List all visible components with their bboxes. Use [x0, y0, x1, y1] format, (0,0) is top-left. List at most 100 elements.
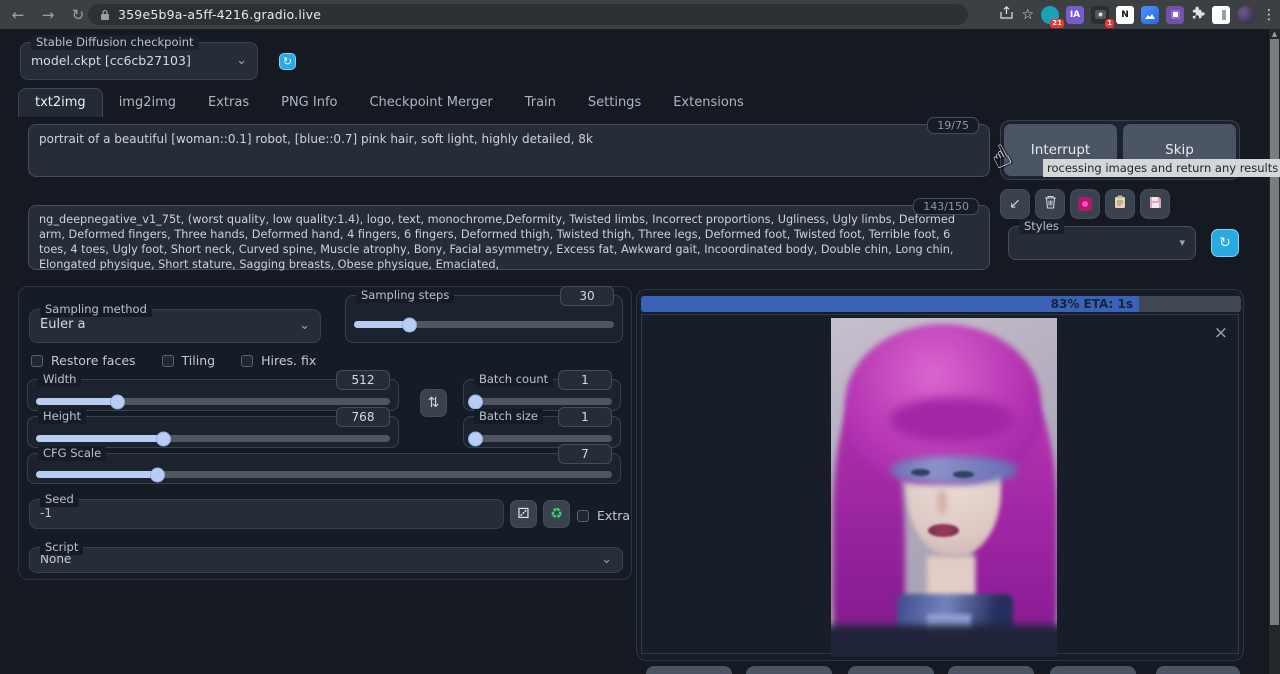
camera-extension-icon[interactable]: 1 — [1091, 6, 1109, 24]
height-label: Height — [38, 409, 86, 424]
progress-label: 83% ETA: 1s — [1051, 297, 1139, 311]
checkbox-icon[interactable] — [577, 510, 589, 522]
generated-image[interactable] — [831, 318, 1057, 657]
office-extension-icon[interactable] — [1166, 6, 1184, 24]
extensions-puzzle-icon[interactable] — [1191, 6, 1205, 24]
forward-icon[interactable]: → — [36, 3, 60, 27]
slider-knob[interactable] — [150, 467, 165, 482]
sampling-steps-label: Sampling steps — [356, 288, 454, 303]
notion-extension-icon[interactable]: N — [1116, 6, 1134, 24]
hires-fix-checkbox[interactable]: Hires. fix — [241, 353, 316, 368]
bookmark-star-icon[interactable]: ☆ — [1021, 7, 1034, 23]
pin-extension-icon[interactable]: 21 — [1041, 6, 1059, 24]
paste-params-button[interactable]: ↙ — [1000, 189, 1030, 219]
extra-networks-button[interactable] — [1070, 189, 1100, 219]
seed-extra-label: Extra — [597, 508, 630, 523]
slider-knob[interactable] — [468, 394, 483, 409]
styles-dropdown[interactable]: Styles ▾ — [1008, 226, 1196, 260]
sidebar-panel-icon[interactable] — [1212, 6, 1230, 24]
gallery-action-button[interactable] — [948, 666, 1034, 674]
recycle-icon: ♻ — [550, 506, 563, 522]
gallery-action-button[interactable] — [746, 666, 832, 674]
scrollbar-thumb[interactable] — [1270, 39, 1279, 625]
batch-count-slider[interactable] — [472, 398, 612, 405]
sampling-steps-input[interactable]: 30 — [560, 286, 614, 306]
batch-count-input[interactable]: 1 — [558, 370, 612, 390]
height-input[interactable]: 768 — [336, 407, 390, 427]
prompt-textarea[interactable]: 19/75 portrait of a beautiful [woman::0.… — [28, 124, 990, 177]
tab-img2img[interactable]: img2img — [103, 89, 192, 117]
chevron-down-icon: ⌄ — [236, 53, 247, 68]
slider-knob[interactable] — [402, 317, 417, 332]
gallery-action-button[interactable] — [646, 666, 732, 674]
checkpoint-dropdown[interactable]: Stable Diffusion checkpoint model.ckpt [… — [20, 42, 258, 80]
trash-icon — [1044, 195, 1057, 213]
checkbox-icon[interactable] — [241, 355, 253, 367]
checkpoint-refresh-button[interactable]: ↻ — [279, 53, 296, 70]
portrait-eye — [953, 471, 974, 478]
restore-faces-checkbox[interactable]: Restore faces — [31, 353, 136, 368]
tab-txt2img[interactable]: txt2img — [18, 88, 103, 117]
seed-extra-checkbox[interactable]: Extra — [577, 508, 630, 523]
interrupt-tooltip: rocessing images and return any results … — [1043, 159, 1280, 177]
scrollbar-up-icon[interactable]: ▲ — [1269, 29, 1280, 39]
reuse-seed-button[interactable]: ♻ — [543, 500, 570, 528]
tab-extras[interactable]: Extras — [192, 89, 265, 117]
tiling-checkbox[interactable]: Tiling — [162, 353, 216, 368]
height-slider[interactable] — [36, 435, 390, 442]
tab-extensions[interactable]: Extensions — [657, 89, 760, 117]
dropdown-arrow-icon: ▾ — [1179, 236, 1185, 249]
batch-size-input[interactable]: 1 — [558, 407, 612, 427]
browser-menu-icon[interactable]: ⋮ — [1262, 7, 1276, 23]
batch-size-slider[interactable] — [472, 435, 612, 442]
pin-badge: 21 — [1050, 19, 1064, 28]
clear-prompt-button[interactable] — [1035, 189, 1065, 219]
sampling-method-dropdown[interactable]: Sampling method Euler a ⌄ — [29, 309, 321, 343]
cfg-scale-block: CFG Scale 7 — [27, 453, 621, 484]
ia-extension-icon[interactable]: IA — [1066, 6, 1084, 24]
seed-input[interactable]: Seed -1 — [29, 499, 504, 529]
tab-png-info[interactable]: PNG Info — [265, 89, 353, 117]
cfg-scale-slider[interactable] — [36, 471, 612, 478]
back-icon[interactable]: ← — [6, 3, 30, 27]
refresh-icon: ↻ — [1219, 235, 1231, 251]
tab-settings[interactable]: Settings — [572, 89, 657, 117]
tab-checkpoint-merger[interactable]: Checkpoint Merger — [353, 89, 508, 117]
camera-badge: 1 — [1105, 19, 1114, 28]
tab-train[interactable]: Train — [509, 89, 572, 117]
slider-knob[interactable] — [468, 431, 483, 446]
cfg-scale-input[interactable]: 7 — [558, 444, 612, 464]
gallery-action-button[interactable] — [848, 666, 934, 674]
share-icon[interactable] — [999, 5, 1014, 24]
sampling-steps-block: Sampling steps 30 — [345, 295, 623, 343]
gallery-action-button[interactable] — [1050, 666, 1136, 674]
swap-dimensions-button[interactable]: ⇅ — [420, 389, 447, 417]
paste-params-icon: ↙ — [1009, 196, 1021, 212]
close-icon[interactable]: × — [1214, 323, 1228, 343]
output-gallery-panel: 83% ETA: 1s × — [636, 289, 1244, 661]
width-input[interactable]: 512 — [336, 370, 390, 390]
browser-toolbar: ← → ↻ 359e5b9a-a5ff-4216.gradio.live ☆ 2… — [0, 0, 1280, 29]
scrollbar-track[interactable]: ▲ — [1269, 29, 1280, 674]
reload-icon[interactable]: ↻ — [66, 3, 90, 27]
random-seed-button[interactable]: ⚂ — [510, 500, 537, 528]
address-bar[interactable]: 359e5b9a-a5ff-4216.gradio.live — [88, 4, 968, 25]
checkbox-icon[interactable] — [162, 355, 174, 367]
prompt-text: portrait of a beautiful [woman::0.1] rob… — [29, 125, 989, 153]
styles-refresh-button[interactable]: ↻ — [1211, 229, 1239, 257]
slider-knob[interactable] — [156, 431, 171, 446]
checkbox-icon[interactable] — [31, 355, 43, 367]
restore-faces-label: Restore faces — [51, 353, 136, 368]
negative-prompt-textarea[interactable]: 143/150 ng_deepnegative_v1_75t, (worst q… — [28, 205, 990, 270]
script-dropdown[interactable]: Script None ⌄ — [29, 547, 623, 573]
prompt-tools: ↙ — [1000, 189, 1170, 219]
slider-knob[interactable] — [110, 394, 125, 409]
photos-extension-icon[interactable] — [1141, 6, 1159, 24]
profile-avatar[interactable] — [1237, 6, 1255, 24]
apply-style-button[interactable] — [1105, 189, 1135, 219]
sampling-steps-slider[interactable] — [354, 321, 614, 328]
save-style-button[interactable] — [1140, 189, 1170, 219]
seed-value: -1 — [30, 500, 503, 526]
width-slider[interactable] — [36, 398, 390, 405]
gallery-action-button[interactable] — [1156, 666, 1240, 674]
